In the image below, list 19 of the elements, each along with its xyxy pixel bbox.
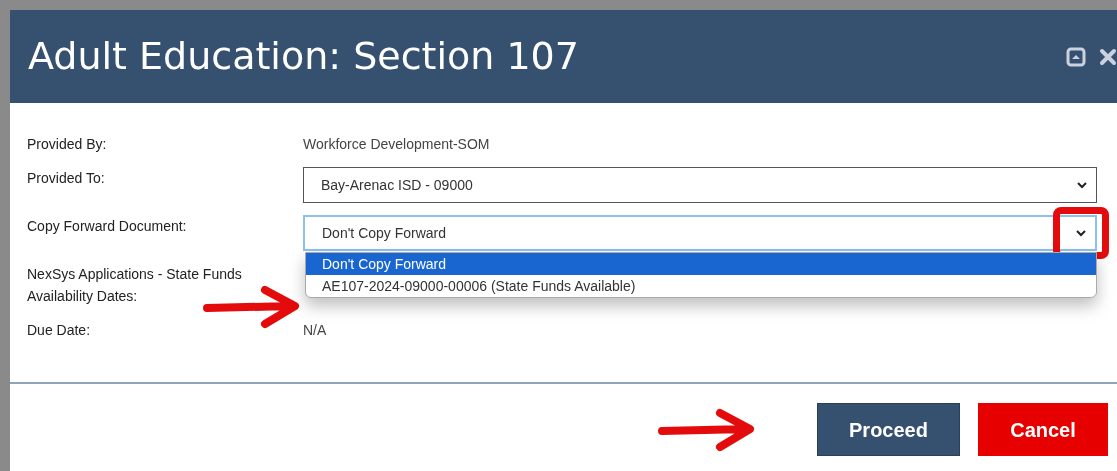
select-field[interactable]: Don't Copy Forward bbox=[303, 215, 1097, 251]
field-label: Provided By: bbox=[27, 135, 108, 154]
cancel-button[interactable]: Cancel bbox=[978, 403, 1108, 456]
close-icon[interactable] bbox=[1098, 46, 1117, 67]
dropdown-option[interactable]: AE107-2024-09000-00006 (State Funds Available) bbox=[306, 275, 1096, 297]
highlight-annotation bbox=[1053, 207, 1109, 259]
field-label: Copy Forward Document: bbox=[27, 217, 188, 236]
field-value: Workforce Development-SOM bbox=[303, 135, 490, 154]
field-label: Provided To: bbox=[27, 169, 106, 188]
field-label: Due Date: bbox=[27, 321, 92, 340]
maximize-icon[interactable] bbox=[1066, 46, 1086, 67]
field-value: N/A bbox=[303, 321, 327, 340]
field-label: NexSys Applications - State Funds Availability Dates: bbox=[27, 265, 243, 306]
proceed-button[interactable]: Proceed bbox=[817, 403, 960, 456]
select-field[interactable]: Bay-Arenac ISD - 09000 bbox=[303, 167, 1097, 203]
dialog-title: Adult Education: Section 107 bbox=[28, 33, 579, 80]
chevron-down-icon bbox=[1075, 229, 1087, 237]
dropdown-option[interactable]: Don't Copy Forward bbox=[306, 253, 1096, 275]
chevron-down-icon bbox=[1076, 181, 1088, 189]
